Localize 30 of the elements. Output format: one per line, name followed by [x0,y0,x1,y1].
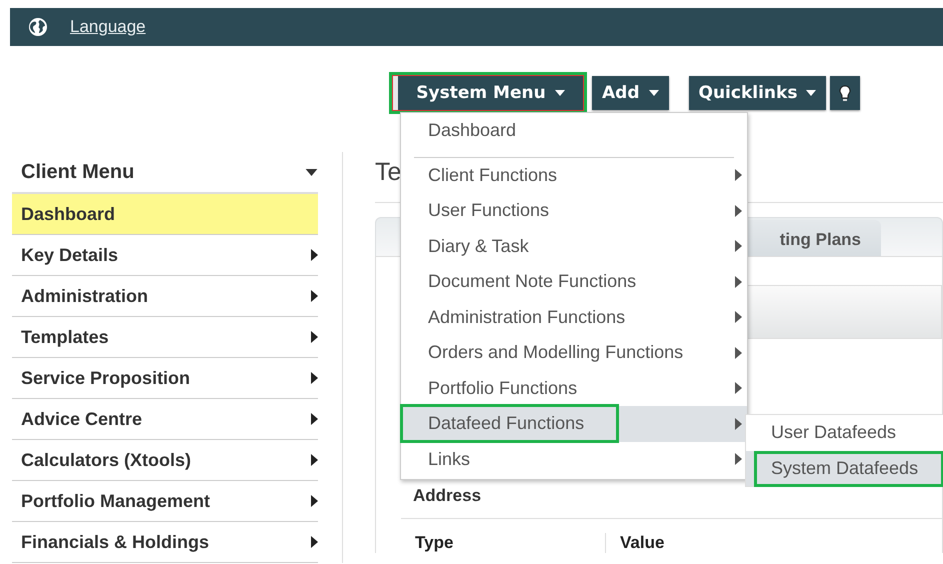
menu-item[interactable]: Links [401,442,747,477]
sidebar-item[interactable]: Advice Centre [12,399,318,440]
sidebar-item[interactable]: Service Proposition [12,358,318,399]
menu-button[interactable]: Add [592,76,668,110]
sidebar-item[interactable]: Key Details [12,235,318,276]
sidebar-item[interactable]: Calculators (Xtools) [12,440,318,481]
language-link[interactable]: Language [70,17,146,37]
lightbulb-icon [839,84,852,102]
menu-item[interactable]: System Datafeeds [746,450,943,486]
sidebar-item[interactable]: Financials & Holdings [12,522,318,563]
sidebar-item[interactable]: Templates [12,317,318,358]
menu-item[interactable]: Administration Functions [401,300,747,335]
column-header: Type [414,533,454,553]
menu-item[interactable]: Document Note Functions [401,264,747,300]
menu-item[interactable]: User Datafeeds [746,415,943,450]
column-header: Value [605,533,810,553]
sidebar-item[interactable]: Administration [12,276,318,317]
caret-icon [305,168,318,176]
menu-item[interactable]: Orders and Modelling Functions [401,335,747,370]
menu-item[interactable]: Portfolio Functions [401,370,747,406]
sidebar-title: Client Menu [21,160,134,184]
menu-item[interactable]: Dashboard [401,113,747,148]
sidebar-item[interactable]: Portfolio Management [12,481,318,522]
sidebar-item[interactable]: Dashboard [12,194,318,235]
lightbulb-button[interactable] [830,76,860,110]
globe-icon [28,17,48,37]
menu-item[interactable]: Datafeed Functions [401,406,747,442]
section-label: Address [413,486,482,506]
menu-item[interactable]: Client Functions [401,158,747,193]
menu-button[interactable]: Quicklinks [688,76,826,110]
